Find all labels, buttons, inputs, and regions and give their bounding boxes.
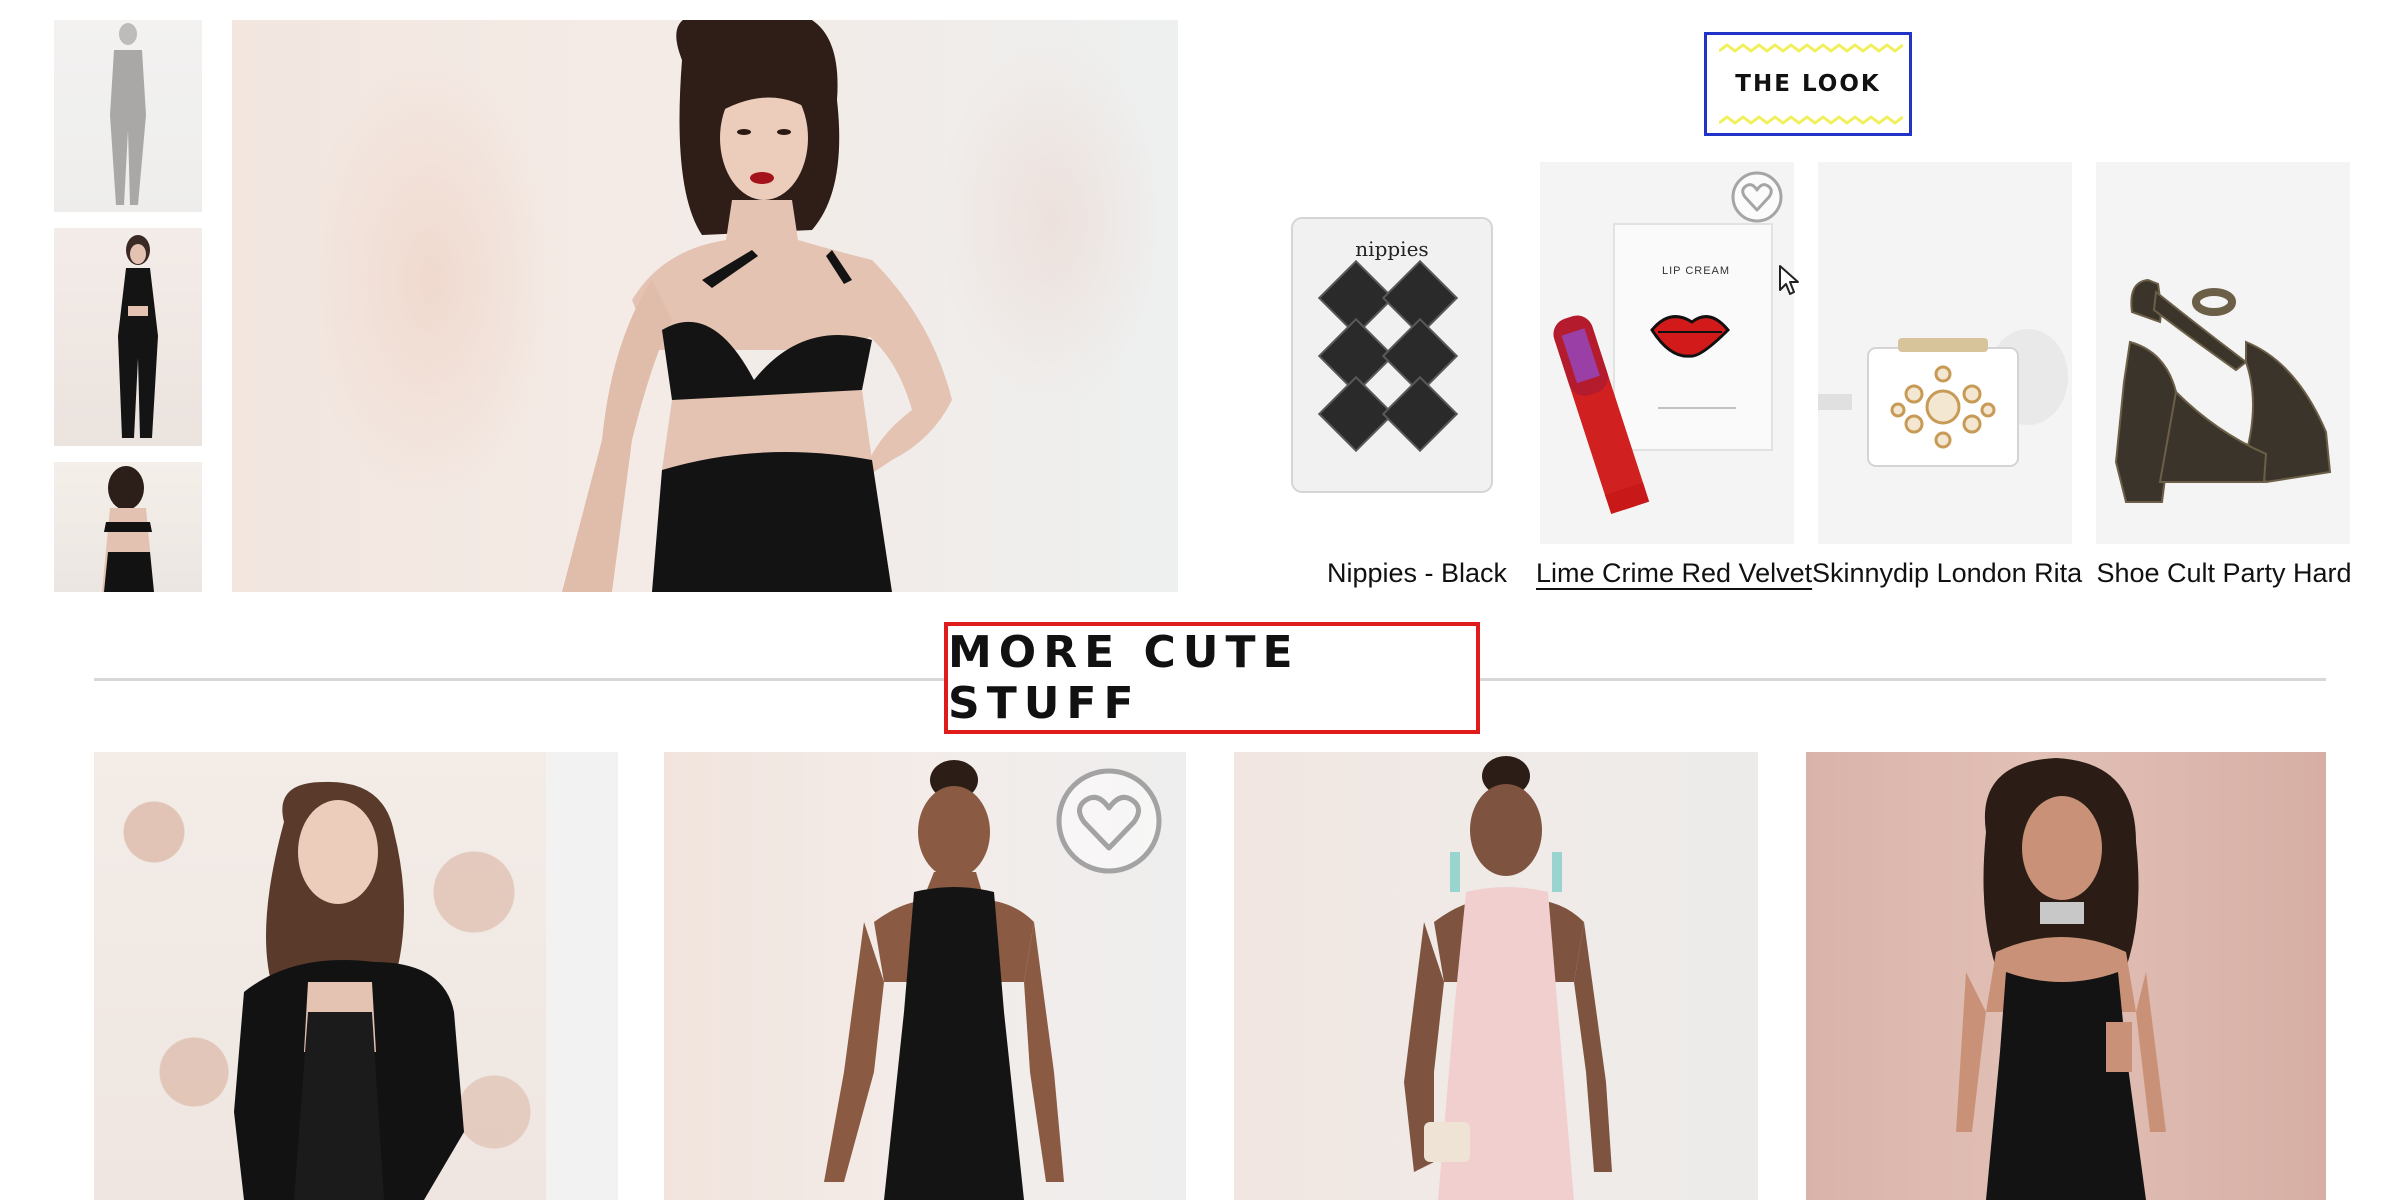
thumbnail-back[interactable] — [54, 462, 202, 592]
the-look-label: THE LOOK — [1735, 71, 1881, 97]
the-look-tag: THE LOOK — [1704, 32, 1912, 136]
thumbnail-front[interactable] — [54, 20, 202, 212]
platform-sandal — [2114, 278, 2332, 503]
thumbnail-full-figure — [118, 235, 158, 438]
look-product-name-nippies[interactable]: Nippies - Black — [1282, 558, 1552, 589]
cursor-arrow-icon — [1779, 265, 1799, 295]
thumbnail-front-figure — [110, 23, 146, 205]
thumbnail-full[interactable] — [54, 228, 202, 446]
lip-cream-package-text: LIP CREAM — [1662, 265, 1730, 277]
section-heading: MORE CUTE STUFF — [944, 622, 1480, 734]
look-product-image-shoe-cult[interactable] — [2096, 162, 2350, 544]
more-cute-stuff-title: MORE CUTE STUFF — [948, 627, 1300, 729]
look-product-image-nippies[interactable]: nippies — [1290, 162, 1544, 544]
recommended-product-4[interactable] — [1806, 752, 2326, 1200]
look-product-name-skinnydip[interactable]: Skinnydip London Rita — [1812, 558, 2082, 589]
model-cutout-jumpsuit-illustration — [1956, 758, 2166, 1200]
nippies-package-brand: nippies — [1355, 237, 1428, 261]
thumbnail-back-figure — [102, 466, 154, 592]
look-product-name-lime-crime[interactable]: Lime Crime Red Velvet — [1536, 558, 1812, 589]
recommended-product-3[interactable] — [1234, 752, 1758, 1200]
model-pink-jumpsuit-illustration — [1404, 756, 1612, 1200]
recommended-product-1[interactable] — [94, 752, 618, 1200]
zigzag-decoration — [1719, 115, 1903, 125]
model-leather-jacket-illustration — [234, 781, 464, 1200]
heart-icon[interactable] — [1730, 170, 1784, 224]
heart-icon[interactable] — [1054, 766, 1164, 876]
zigzag-decoration — [1719, 43, 1903, 53]
nippies-package: nippies — [1291, 217, 1493, 493]
main-product-image[interactable] — [232, 20, 1178, 592]
look-product-name-shoe-cult[interactable]: Shoe Cult Party Hard — [2090, 558, 2358, 589]
clutch-bag — [1818, 329, 2068, 467]
model-jumpsuit-illustration — [562, 20, 952, 592]
look-product-image-skinnydip[interactable] — [1818, 162, 2072, 544]
